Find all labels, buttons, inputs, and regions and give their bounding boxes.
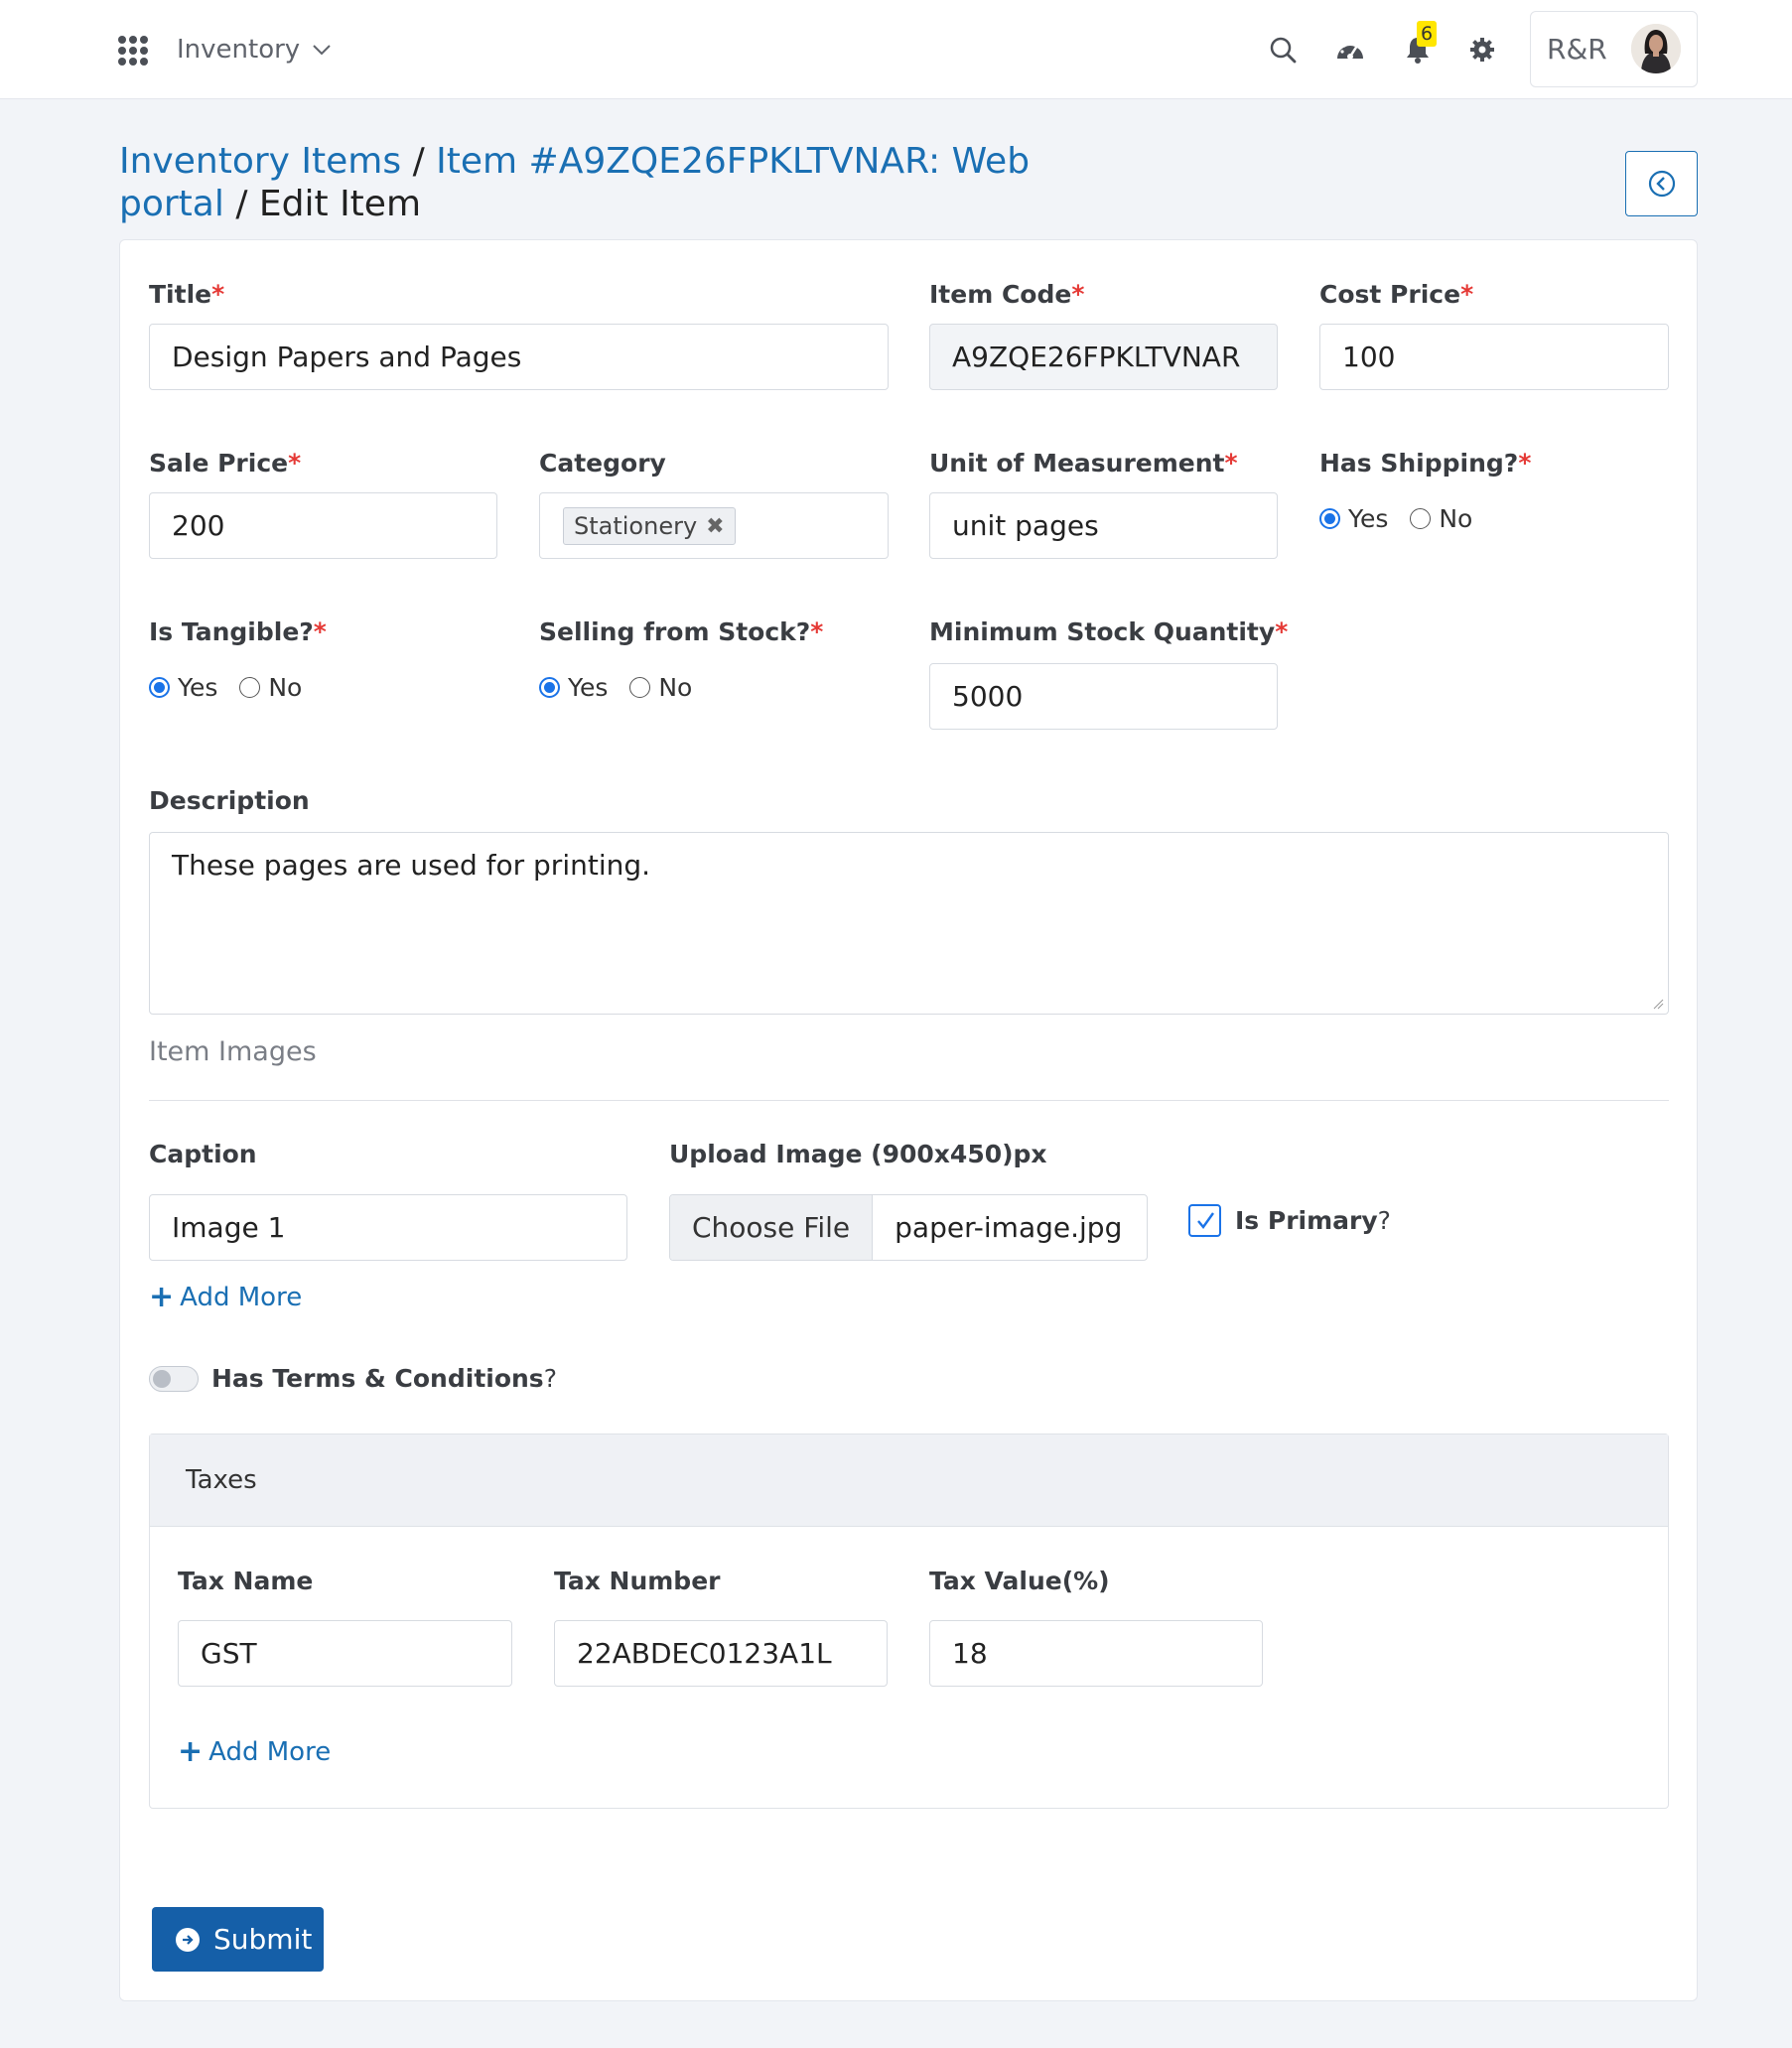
- tax-name-label: Tax Name: [178, 1567, 314, 1595]
- selling-from-stock-no[interactable]: No: [629, 673, 692, 702]
- arrow-right-circle-icon: [176, 1927, 200, 1952]
- min-stock-input[interactable]: 5000: [929, 663, 1278, 730]
- tax-value-input[interactable]: 18: [929, 1620, 1263, 1687]
- description-textarea[interactable]: These pages are used for printing.: [149, 832, 1669, 1015]
- add-more-images-link[interactable]: + Add More: [149, 1280, 302, 1314]
- breadcrumb-separator: /: [412, 141, 425, 182]
- selling-from-stock-label: Selling from Stock?*: [539, 617, 824, 646]
- dashboard-gauge-icon[interactable]: [1332, 32, 1368, 68]
- title-input[interactable]: Design Papers and Pages: [149, 324, 889, 390]
- is-tangible-no[interactable]: No: [239, 673, 302, 702]
- taxes-panel-title: Taxes: [150, 1434, 1668, 1527]
- breadcrumb-current: Edit Item: [258, 184, 422, 224]
- selling-from-stock-radio-group: Yes No: [539, 673, 714, 702]
- description-label: Description: [149, 786, 310, 815]
- terms-label: Has Terms & Conditions?: [211, 1364, 557, 1393]
- has-shipping-yes[interactable]: Yes: [1319, 504, 1388, 533]
- breadcrumb-inventory-items[interactable]: Inventory Items: [119, 141, 401, 182]
- tax-value-label: Tax Value(%): [929, 1567, 1110, 1595]
- has-shipping-no[interactable]: No: [1410, 504, 1472, 533]
- category-select[interactable]: Stationery ✖: [539, 492, 889, 559]
- category-tag: Stationery ✖: [563, 507, 736, 545]
- title-label: Title*: [149, 280, 225, 309]
- tax-number-input[interactable]: 22ABDEC0123A1L: [554, 1620, 888, 1687]
- tax-name-input[interactable]: GST: [178, 1620, 512, 1687]
- section-divider: [149, 1100, 1669, 1101]
- tax-number-label: Tax Number: [554, 1567, 721, 1595]
- min-stock-label: Minimum Stock Quantity*: [929, 617, 1289, 646]
- resize-handle-icon[interactable]: [1652, 998, 1664, 1010]
- selling-from-stock-yes[interactable]: Yes: [539, 673, 608, 702]
- module-dropdown[interactable]: Inventory: [177, 33, 332, 67]
- caption-input[interactable]: Image 1: [149, 1194, 627, 1261]
- close-icon[interactable]: ✖: [706, 514, 724, 539]
- check-icon: [1196, 1211, 1214, 1229]
- notification-badge: 6: [1417, 21, 1437, 47]
- submit-label: Submit: [213, 1923, 313, 1956]
- breadcrumb-separator: /: [235, 184, 248, 224]
- is-tangible-radio-group: Yes No: [149, 673, 324, 702]
- module-label: Inventory: [177, 35, 301, 65]
- sale-price-label: Sale Price*: [149, 449, 302, 478]
- gear-icon[interactable]: [1464, 32, 1500, 68]
- add-more-taxes-link[interactable]: + Add More: [178, 1734, 331, 1769]
- user-name: R&R: [1547, 33, 1607, 66]
- is-tangible-label: Is Tangible?*: [149, 617, 327, 646]
- is-primary-label: Is Primary?: [1235, 1206, 1391, 1235]
- top-navbar: Inventory 6 R&R: [0, 0, 1792, 99]
- item-code-input[interactable]: A9ZQE26FPKLTVNAR: [929, 324, 1278, 390]
- chevron-down-icon: [313, 45, 331, 56]
- breadcrumb: Inventory Items / Item #A9ZQE26FPKLTVNAR…: [119, 140, 1112, 225]
- upload-image-label: Upload Image (900x450)px: [669, 1140, 1047, 1168]
- caption-label: Caption: [149, 1140, 257, 1168]
- cost-price-input[interactable]: 100: [1319, 324, 1669, 390]
- unit-input[interactable]: unit pages: [929, 492, 1278, 559]
- selected-file-name: paper-image.jpg: [895, 1211, 1123, 1244]
- item-code-label: Item Code*: [929, 280, 1085, 309]
- sale-price-input[interactable]: 200: [149, 492, 497, 559]
- submit-button[interactable]: Submit: [152, 1907, 324, 1972]
- cost-price-label: Cost Price*: [1319, 280, 1474, 309]
- category-label: Category: [539, 449, 666, 478]
- apps-grid-icon[interactable]: [118, 36, 148, 66]
- plus-icon: +: [149, 1280, 175, 1314]
- avatar: [1631, 24, 1681, 73]
- user-menu[interactable]: R&R: [1530, 11, 1698, 87]
- plus-icon: +: [178, 1734, 204, 1769]
- terms-toggle[interactable]: [149, 1366, 199, 1392]
- is-tangible-yes[interactable]: Yes: [149, 673, 217, 702]
- search-icon[interactable]: [1265, 32, 1301, 68]
- unit-label: Unit of Measurement*: [929, 449, 1238, 478]
- upload-image-input[interactable]: Choose File paper-image.jpg: [669, 1194, 1148, 1261]
- back-button[interactable]: [1625, 151, 1698, 216]
- item-images-title: Item Images: [149, 1036, 317, 1067]
- choose-file-button[interactable]: Choose File: [670, 1195, 874, 1260]
- is-primary-checkbox[interactable]: [1188, 1204, 1221, 1237]
- has-shipping-label: Has Shipping?*: [1319, 449, 1532, 478]
- category-tag-label: Stationery: [574, 512, 698, 540]
- has-shipping-radio-group: Yes No: [1319, 504, 1494, 533]
- back-circle-icon: [1648, 170, 1675, 198]
